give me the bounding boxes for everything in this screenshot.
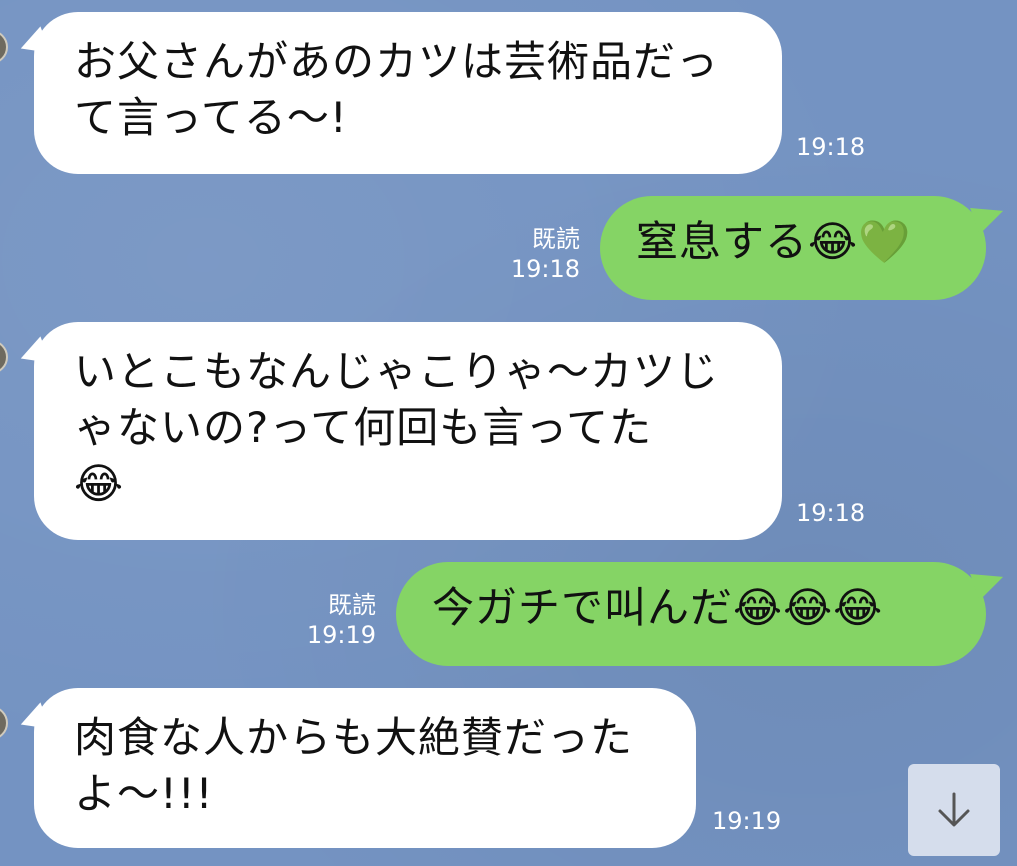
- message-text-line: よ〜!!!: [74, 769, 214, 818]
- read-receipt: 既読 19:18: [500, 224, 580, 284]
- read-label: 既読: [532, 225, 580, 253]
- message-text: 今ガチで叫んだ😂😂😂: [432, 583, 884, 632]
- message-text: 窒息する😂💚: [636, 217, 912, 266]
- message-time: 19:18: [510, 255, 580, 283]
- message-text-line: いとこもなんじゃこりゃ〜カツじ: [74, 347, 720, 396]
- message-time: 19:18: [796, 133, 866, 161]
- read-label: 既読: [328, 591, 376, 619]
- message-bubble-incoming[interactable]: いとこもなんじゃこりゃ〜カツじ ゃないの?って何回も言ってた 😂: [15, 322, 782, 540]
- read-receipt: 既読 19:19: [296, 590, 376, 650]
- scroll-to-bottom-button[interactable]: [908, 764, 1000, 856]
- message-time: 19:19: [712, 807, 782, 835]
- message-time: 19:18: [796, 499, 866, 527]
- message-bubble-incoming[interactable]: お父さんがあのカツは芸術品だっ て言ってる〜!: [15, 12, 782, 174]
- message-text-line: お父さんがあのカツは芸術品だっ: [74, 37, 720, 86]
- message-bubble-outgoing[interactable]: 今ガチで叫んだ😂😂😂: [396, 562, 1008, 666]
- arrow-down-icon: [938, 792, 970, 827]
- message-text-line: 😂: [74, 459, 125, 508]
- message-text-line: 肉食な人からも大絶賛だった: [74, 713, 634, 762]
- message-bubble-outgoing[interactable]: 窒息する😂💚: [600, 196, 1008, 300]
- message-time: 19:19: [306, 621, 376, 649]
- message-text-line: ゃないの?って何回も言ってた: [74, 403, 653, 452]
- message-bubble-incoming[interactable]: 肉食な人からも大絶賛だった よ〜!!!: [15, 688, 696, 848]
- message-text-line: て言ってる〜!: [74, 93, 348, 142]
